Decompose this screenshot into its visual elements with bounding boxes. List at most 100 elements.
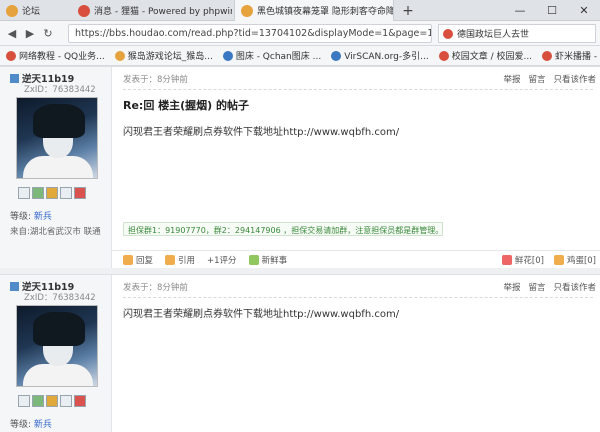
report-link[interactable]: 举报 [503,281,520,293]
monkey-favicon-icon [241,4,253,17]
news-label: 新鲜事 [261,256,288,266]
tab-title: 黑色城镇夜幕笼罩 隐形刺客夺命降临 [257,7,394,17]
search-box[interactable]: 德国政坛巨人去世 [438,24,596,43]
author-panel: 逆天11b19 ZxID：76383442 等级: 新兵 [0,275,112,432]
bookmark-item[interactable]: 网络教程 - QQ业务... [6,49,105,62]
tab-bar: 论坛 消息 - 狸猫 - Powered by phpwind ✕ 黑色城镇夜幕… [0,0,600,21]
reply-label: 回复 [136,256,154,266]
bookmark-item[interactable]: VirSCAN.org-多引... [331,49,429,62]
flower-button[interactable]: 鲜花[0] [501,254,544,266]
level-label: 等级: [10,420,32,430]
bookmark-favicon-icon [542,50,553,61]
user-tool-icons [18,187,86,199]
close-window-icon[interactable]: ✕ [568,0,600,21]
bookmark-favicon-icon [222,50,233,61]
bookmark-item[interactable]: 图床 - Qchan图床 ... [222,49,322,62]
search-suggestion: 德国政坛巨人去世 [457,30,530,40]
author-panel: 逆天11b19 ZxID：76383442 等级: 新兵 来自:湖北省武汉市 联… [0,67,112,268]
bookmark-label: 猴岛游戏论坛_猴岛... [127,52,213,62]
bookmark-label: 网络教程 - QQ业务... [19,52,105,62]
profile-icon[interactable] [46,187,58,199]
address-bar[interactable]: https://bbs.houdao.com/read.php?tid=1370… [68,24,432,43]
bookmark-label: 虾米播播 - 博客 [555,52,600,62]
album-icon[interactable] [60,395,72,407]
add-friend-icon[interactable] [32,395,44,407]
bookmark-label: 校园文章 / 校园爱... [451,52,533,62]
user-badge-icon [10,281,19,291]
post-main: 发表于：8分钟前 举报 留言 只看该作者 Re:回 楼主(握烟) 的帖子 闪现君… [112,67,600,268]
post-title: Re:回 楼主(握烟) 的帖子 [123,99,250,112]
navigation-bar: ◀ ▶ ↻ https://bbs.houdao.com/read.php?ti… [0,21,600,46]
egg-button[interactable]: 鸡蛋[0] [553,254,596,266]
bookmark-item[interactable]: 校园文章 / 校园爱... [438,49,533,62]
post-divider [123,89,593,90]
tab-forum[interactable]: 论坛 [0,0,70,21]
bookmark-item[interactable]: 虾米播播 - 博客 [542,49,600,62]
user-level: 等级: 新兵 [10,417,52,430]
message-link[interactable]: 留言 [528,73,545,85]
rate-button[interactable]: +1评分 [207,254,237,266]
profile-icon[interactable] [46,395,58,407]
quote-label: 引用 [178,256,196,266]
search-engine-icon [443,28,453,39]
minimize-icon[interactable]: — [504,0,536,21]
message-link[interactable]: 留言 [528,281,545,293]
new-tab-button[interactable]: + [398,0,418,21]
level-link[interactable]: 新兵 [34,420,52,430]
forward-icon[interactable]: ▶ [22,25,38,41]
user-id: ZxID：76383442 [24,293,96,303]
avatar-collar [23,156,93,178]
add-friend-icon[interactable] [32,187,44,199]
reply-icon [123,255,133,265]
message-icon[interactable] [18,395,30,407]
report-link[interactable]: 举报 [503,73,520,85]
only-author-link[interactable]: 只看该作者 [553,281,596,293]
gift-icon[interactable] [74,187,86,199]
album-icon[interactable] [60,187,72,199]
post-body: 闪现君王者荣耀刷点券软件下载地址http://www.wqbfh.com/ [123,309,400,320]
rate-label: +1评分 [207,256,237,266]
level-link[interactable]: 新兵 [34,212,52,222]
user-location: 来自:湖北省武汉市 联通 [10,227,101,237]
message-icon[interactable] [18,187,30,199]
forum-post: 逆天11b19 ZxID：76383442 等级: 新兵 发表于：8分钟前 举报… [0,274,600,432]
tab-messages[interactable]: 消息 - 狸猫 - Powered by phpwind ✕ [72,0,232,21]
user-badge-icon [10,73,19,83]
tab-title: 消息 - 狸猫 - Powered by phpwind [94,7,232,17]
post-time: 发表于：8分钟前 [123,283,188,293]
post-actions: 举报 留言 只看该作者 [503,73,596,85]
bookmark-label: VirSCAN.org-多引... [344,52,429,62]
bookmark-favicon-icon [114,50,125,61]
maximize-icon[interactable]: ☐ [536,0,568,21]
tab-active-thread[interactable]: 黑色城镇夜幕笼罩 隐形刺客夺命降临 ✕ [234,0,394,21]
guarantee-notice: 担保群1：91907770，群2：294147906 ，担保交易请加群，注意担保… [123,222,443,236]
bookmark-favicon-icon [6,50,16,61]
avatar[interactable] [16,305,98,387]
quote-icon [165,255,176,265]
post-body: 闪现君王者荣耀刷点券软件下载地址http://www.wqbfh.com/ [123,127,400,138]
bookmark-favicon-icon [438,50,449,61]
news-button[interactable]: 新鲜事 [248,254,288,266]
bookmark-label: 图床 - Qchan图床 ... [235,52,322,62]
reply-button[interactable]: 回复 [123,254,153,266]
phpwind-favicon-icon [78,4,90,17]
bookmarks-bar: 网络教程 - QQ业务... 猴岛游戏论坛_猴岛... 图床 - Qchan图床… [0,46,600,66]
egg-count: 鸡蛋[0] [566,255,596,266]
avatar-collar [23,364,93,386]
post-time: 发表于：8分钟前 [123,75,188,85]
news-icon [248,255,259,265]
reload-icon[interactable]: ↻ [40,25,56,41]
gift-icon[interactable] [74,395,86,407]
user-id: ZxID：76383442 [24,85,96,95]
quote-button[interactable]: 引用 [165,254,195,266]
only-author-link[interactable]: 只看该作者 [553,73,596,85]
flower-icon [501,254,512,265]
flower-count: 鲜花[0] [514,255,544,266]
post-actions: 举报 留言 只看该作者 [503,281,596,293]
back-icon[interactable]: ◀ [4,25,20,41]
bookmark-item[interactable]: 猴岛游戏论坛_猴岛... [114,49,213,62]
avatar-hair [33,312,85,346]
forum-favicon-icon [6,4,18,17]
tab-title: 论坛 [22,7,41,17]
avatar[interactable] [16,97,98,179]
